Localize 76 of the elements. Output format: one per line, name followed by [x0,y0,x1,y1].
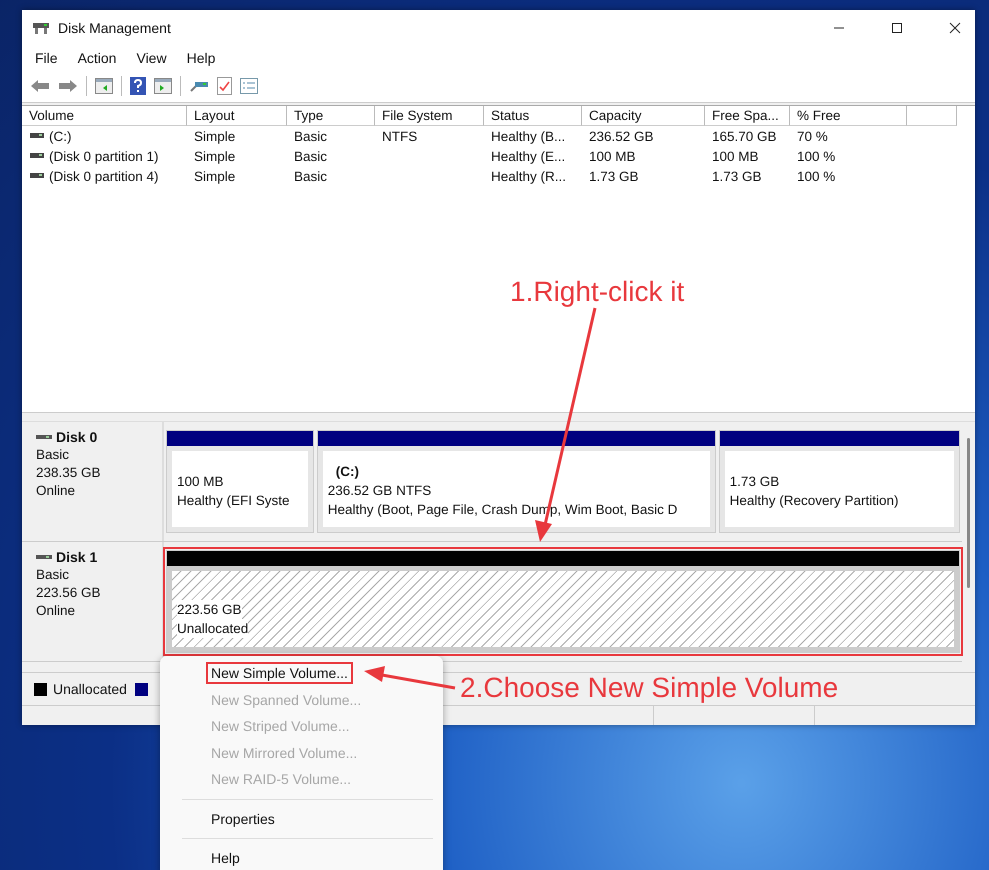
annotation-text: 1.Right-click it [510,276,684,308]
partition-status: Unallocated [177,619,248,638]
table-cell: 1.73 GB [589,168,639,184]
partition-label: (C:) [334,463,360,481]
table-cell: Basic [294,148,328,164]
column-header[interactable]: File System [375,106,484,126]
disk-name: Disk 0 [56,428,98,446]
column-header[interactable]: Volume [22,106,187,126]
table-cell: (Disk 0 partition 4) [49,168,159,184]
menu-item[interactable]: File [35,50,58,66]
maximize-icon[interactable] [891,22,903,34]
forward-arrow-icon[interactable] [58,79,78,93]
drive-icon [30,173,44,179]
window-title: Disk Management [58,20,171,36]
partition-status: Healthy (Recovery Partition) [730,492,900,510]
menu-item[interactable]: View [136,50,167,66]
panel-icon[interactable] [95,78,113,94]
context-menu-item[interactable]: Help [206,847,245,870]
partition-block[interactable]: 1.73 GB Healthy (Recovery Partition) [718,430,960,533]
panel-icon[interactable] [154,78,172,94]
help-icon[interactable] [130,77,146,95]
context-menu-item[interactable]: Properties [206,808,280,830]
disk-status: Online [36,602,76,620]
table-cell: (C:) [49,128,72,144]
table-cell: Basic [294,128,328,144]
table-cell: Simple [194,168,236,184]
disk-name: Disk 1 [56,548,98,566]
close-icon[interactable] [949,22,961,34]
table-cell: 100 % [797,148,836,164]
legend-label: Unallocated [53,681,127,697]
disk-status: Online [36,482,76,500]
partition-size: 1.73 GB [730,472,780,490]
checklist-document-icon[interactable] [217,77,232,95]
partition-block[interactable]: 223.56 GB Unallocated [166,550,960,653]
table-cell: Simple [194,148,236,164]
annotation-text: 2.Choose New Simple Volume [460,672,838,704]
table-cell: 165.70 GB [712,128,777,144]
context-menu-item[interactable]: New Simple Volume... [206,662,353,684]
partition-size: 236.52 GB NTFS [328,482,432,500]
partition-size: 100 MB [177,472,225,490]
partition-block[interactable]: 100 MB Healthy (EFI Syste [166,430,314,533]
table-cell: 70 % [797,128,828,144]
column-header[interactable]: Free Spa... [705,106,790,126]
disk-type: Basic [36,566,70,584]
table-cell: 100 MB [589,148,636,164]
table-cell: 236.52 GB [589,128,654,144]
table-cell: NTFS [382,128,418,144]
column-header [907,106,957,126]
table-cell: Healthy (E... [491,148,566,164]
column-header[interactable]: Type [287,106,375,126]
column-header[interactable]: Layout [187,106,287,126]
table-cell: Healthy (R... [491,168,566,184]
disk-size: 223.56 GB [36,584,102,602]
column-header[interactable]: % Free [790,106,907,126]
back-arrow-icon[interactable] [30,79,50,93]
table-cell: Simple [194,128,236,144]
disk-type: Basic [36,446,70,464]
table-cell: 1.73 GB [712,168,762,184]
drive-icon[interactable] [189,79,209,93]
partition-status: Healthy (EFI Syste [177,492,291,510]
disk-size: 238.35 GB [36,464,102,482]
table-cell: (Disk 0 partition 1) [49,148,159,164]
partition-size: 223.56 GB [177,600,242,619]
table-cell: 100 % [797,168,836,184]
column-header[interactable]: Capacity [582,106,705,126]
table-cell: Basic [294,168,328,184]
drive-icon [30,133,44,139]
table-cell: 100 MB [712,148,759,164]
disk-management-icon [32,20,50,34]
menu-item[interactable]: Action [78,50,116,66]
drive-icon [30,153,44,159]
scrollbar-thumb[interactable] [967,438,970,588]
menu-item[interactable]: Help [186,50,216,66]
list-icon[interactable] [240,78,258,94]
table-cell: Healthy (B... [491,128,566,144]
column-header[interactable]: Status [484,106,582,126]
